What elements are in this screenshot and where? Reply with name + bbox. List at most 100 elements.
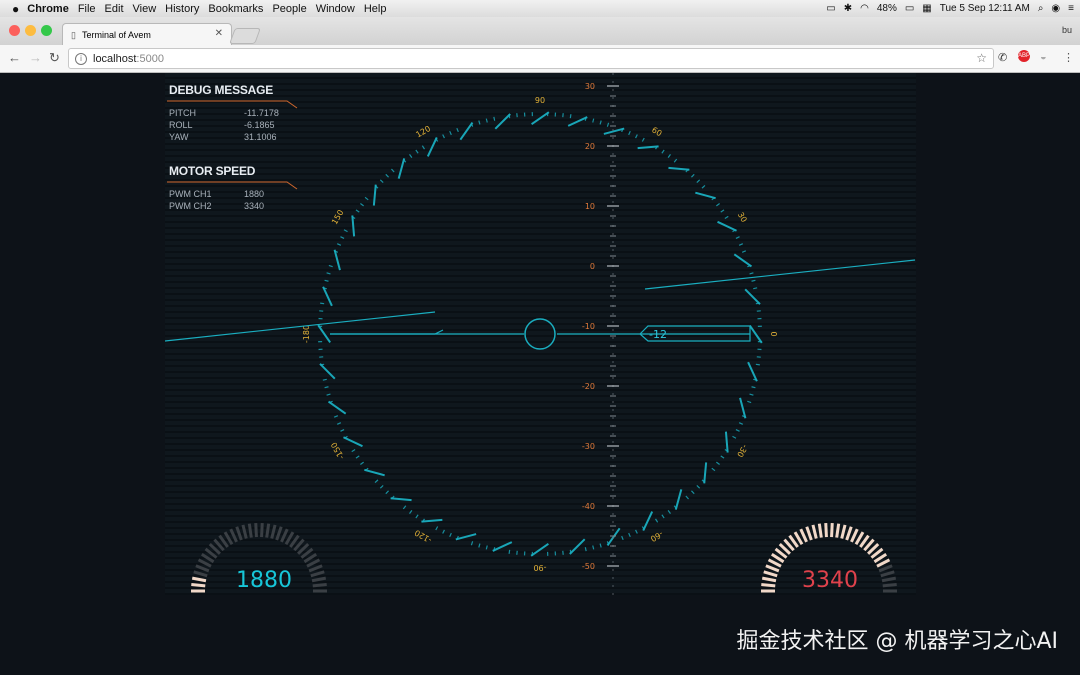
gauge-left-value: 1880 (236, 568, 292, 593)
compass-tick (355, 455, 360, 459)
compass-tick (685, 495, 689, 500)
user-icon[interactable]: ◉ (1051, 3, 1060, 14)
compass-tick (364, 468, 385, 477)
menu-file[interactable]: File (78, 3, 96, 15)
compass-tick (655, 518, 659, 523)
menu-bookmarks[interactable]: Bookmarks (208, 3, 263, 15)
compass-tick (372, 184, 377, 206)
gauge-segment (876, 558, 891, 568)
compass-label: 90 (535, 96, 545, 105)
notification-list-icon[interactable]: ≡ (1068, 3, 1074, 14)
zoom-window-button[interactable] (41, 25, 52, 36)
menu-edit[interactable]: Edit (105, 3, 124, 15)
apple-icon[interactable]: ● (12, 2, 19, 16)
compass-tick (741, 250, 747, 253)
compass-tick (703, 462, 708, 484)
gauge-segment (197, 558, 212, 568)
menu-history[interactable]: History (165, 3, 199, 15)
chrome-menu-icon[interactable]: ⋮ (1063, 51, 1074, 64)
forward-arrow-icon[interactable]: → (29, 50, 42, 65)
compass-tick (442, 134, 445, 139)
compass-tick (531, 111, 550, 125)
compass-tick (442, 529, 445, 534)
compass-tick (606, 527, 621, 547)
compass-tick (724, 215, 729, 219)
compass-tick (351, 449, 356, 453)
minimize-window-button[interactable] (25, 25, 36, 36)
flight-path-marker (524, 318, 556, 350)
gauge-segment (817, 523, 823, 538)
gauge-segment (270, 524, 277, 539)
compass-tick (637, 145, 659, 150)
compass-tick (717, 220, 737, 232)
tab-close-icon[interactable]: ✕ (215, 28, 223, 39)
gauge-segment (850, 528, 859, 543)
back-arrow-icon[interactable]: ← (8, 50, 21, 65)
gauge-segment (191, 583, 206, 588)
compass-tick (732, 435, 737, 439)
menu-people[interactable]: People (272, 3, 306, 15)
compass-tick (661, 514, 665, 519)
extension-phone-icon[interactable]: ✆ (998, 51, 1007, 64)
compass-tick (340, 236, 345, 239)
pitch-label: -30 (582, 442, 595, 451)
compass-tick (720, 209, 725, 213)
gauge-segment (260, 523, 264, 538)
clock[interactable]: Tue 5 Sep 12:11 AM (940, 3, 1030, 14)
compass-tick (720, 455, 725, 459)
menu-view[interactable]: View (133, 3, 157, 15)
compass-tick (711, 467, 716, 472)
gauge-segment (799, 528, 808, 543)
adblock-icon[interactable]: ABP (1018, 50, 1030, 62)
profile-name[interactable]: bu (1062, 25, 1072, 35)
bluetooth-icon[interactable]: ✱ (844, 3, 852, 14)
url-host: localhost (93, 52, 137, 65)
watermark: 掘金技术社区 @ 机器学习之心AI (736, 629, 1058, 654)
compass-tick (606, 122, 610, 127)
wifi-icon[interactable]: ◠ (860, 3, 869, 14)
reload-icon[interactable]: ↻ (49, 50, 60, 66)
menu-window[interactable]: Window (316, 3, 355, 15)
address-bar[interactable]: i localhost :5000 ☆ (68, 48, 994, 69)
browser-tab[interactable]: ▯ Terminal of Avem ✕ (62, 23, 232, 46)
flag-icon[interactable]: ▦ (922, 3, 931, 14)
gauge-right-value: 3340 (802, 568, 858, 593)
new-tab-button[interactable] (229, 28, 261, 44)
compass-label: -60 (649, 529, 665, 543)
compass-tick (592, 118, 595, 123)
compass-tick (397, 158, 406, 179)
compass-tick (621, 535, 624, 541)
pitch-label: -20 (582, 382, 595, 391)
gauge-segment (310, 570, 325, 578)
close-window-button[interactable] (9, 25, 20, 36)
bookmark-star-icon[interactable]: ☆ (976, 51, 987, 65)
roll-label: ROLL (169, 120, 193, 130)
menu-app-name[interactable]: Chrome (27, 3, 69, 15)
compass-tick (456, 127, 459, 133)
compass-tick (635, 529, 638, 534)
compass-tick (628, 532, 631, 538)
compass-label: 30 (736, 211, 749, 224)
compass-tick (735, 236, 740, 239)
compass-tick (749, 325, 763, 344)
compass-tick (421, 518, 443, 523)
search-icon[interactable]: ⌕ (1038, 3, 1044, 14)
compass-tick (753, 287, 758, 290)
screen-icon[interactable]: ▭ (826, 3, 835, 14)
compass-tick (324, 279, 329, 282)
gauge-segment (882, 583, 897, 588)
compass-tick (747, 361, 758, 382)
info-icon[interactable]: i (75, 52, 87, 65)
menu-help[interactable]: Help (364, 3, 387, 15)
compass-tick (753, 378, 758, 381)
compass-tick (322, 287, 327, 290)
extension-gray-icon[interactable]: ◒ (1040, 51, 1047, 63)
compass-tick (695, 191, 716, 200)
horizon-line-right (644, 259, 916, 290)
compass-tick (435, 526, 439, 531)
battery-icon[interactable]: ▭ (905, 3, 914, 14)
compass-tick (508, 114, 511, 119)
compass-tick (492, 541, 513, 552)
compass-tick (374, 479, 379, 483)
compass-tick (415, 149, 419, 154)
